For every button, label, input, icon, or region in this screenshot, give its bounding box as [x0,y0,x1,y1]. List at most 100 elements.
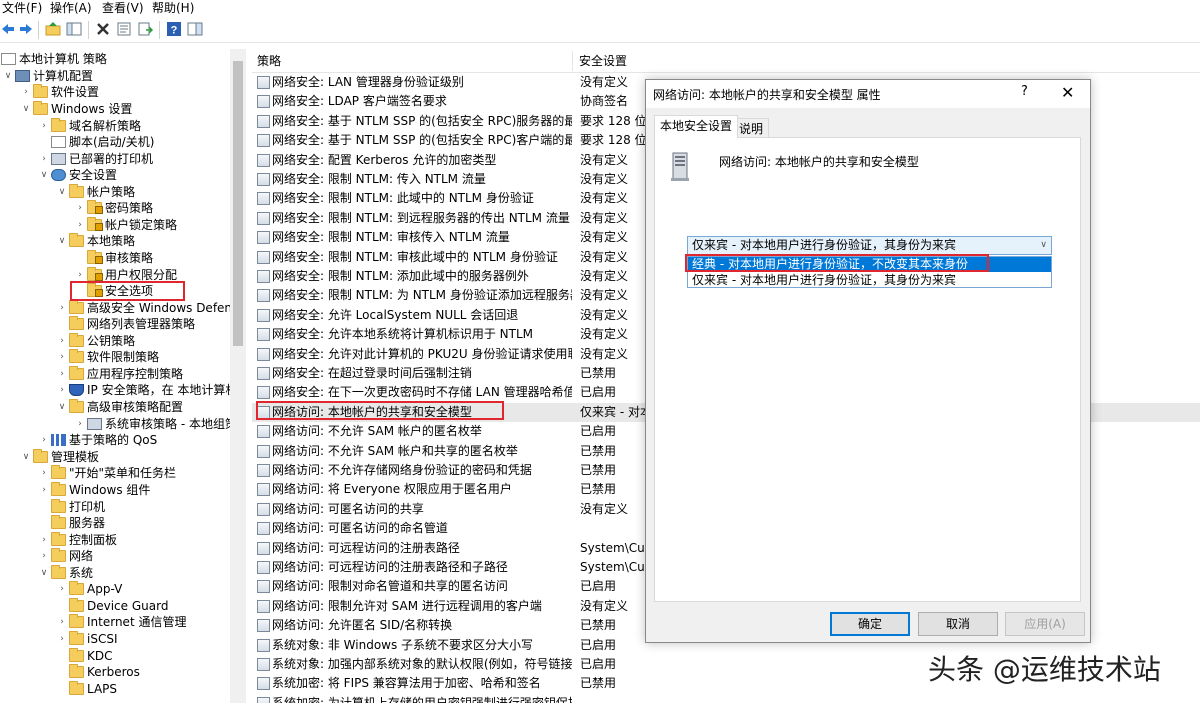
menu-action[interactable]: 操作(A) [50,0,92,16]
tree-node-server[interactable]: 服务器 [38,515,105,531]
chevron-right-icon[interactable]: › [38,432,50,448]
chevron-right-icon[interactable]: › [56,614,68,630]
chevron-right-icon[interactable]: › [38,118,50,134]
tree-node-admin-templates[interactable]: ∨ 管理模板 [20,449,99,465]
chevron-right-icon[interactable]: › [38,548,50,564]
tree-node-security-settings[interactable]: ∨ 安全设置 [38,167,117,183]
policy-setting: 没有定义 [580,327,629,342]
menu-help[interactable]: 帮助(H) [152,0,194,16]
chevron-right-icon[interactable]: › [74,217,86,233]
cancel-button[interactable]: 取消 [918,612,998,636]
tree-node-lockout-policy[interactable]: › 帐户锁定策略 [74,217,177,233]
tree-node-local-computer-policy[interactable]: 本地计算机 策略 [0,51,107,67]
chevron-right-icon[interactable]: › [38,465,50,481]
tree-node-local-policies[interactable]: ∨ 本地策略 [56,233,135,249]
tree-node-account-policies[interactable]: ∨ 帐户策略 [56,184,135,200]
chevron-right-icon[interactable]: › [56,349,68,365]
chevron-right-icon[interactable]: › [56,366,68,382]
chevron-right-icon[interactable]: › [56,631,68,647]
tree-node-system[interactable]: ∨ 系统 [38,565,93,581]
chevron-down-icon[interactable]: ∨ [56,399,68,415]
tree-node-system-audit-policies[interactable]: › 系统审核策略 - 本地组策 [74,416,230,432]
tree-node-network[interactable]: › 网络 [38,548,93,564]
tree-node-start-menu[interactable]: › "开始"菜单和任务栏 [38,465,176,481]
menu-bar: 文件(F) 操作(A) 查看(V) 帮助(H) [0,0,1200,16]
tree-node-kdc[interactable]: KDC [56,648,113,664]
show-hide-tree-icon[interactable] [66,21,82,37]
policy-row[interactable]: 系统加密: 为计算机上存储的用户密钥强制进行强密钥保护 [252,694,1200,703]
chevron-right-icon[interactable]: › [56,581,68,597]
security-model-select[interactable]: 仅来宾 - 对本地用户进行身份验证，其身份为来宾 ∨ [687,236,1052,255]
close-icon[interactable]: ✕ [1061,83,1074,102]
tree-scrollbar[interactable] [230,49,246,703]
tree-node-device-guard[interactable]: Device Guard [56,598,168,614]
tree-node-scripts[interactable]: 脚本(启动/关机) [38,134,154,150]
chevron-down-icon[interactable]: ∨ [56,233,68,249]
policy-setting-icon [257,580,270,594]
chevron-down-icon[interactable]: ∨ [20,101,32,117]
tree-node-network-list-manager[interactable]: 网络列表管理器策略 [56,316,195,332]
option-guest-only[interactable]: 仅来宾 - 对本地用户进行身份验证，其身份为来宾 [688,273,1051,288]
export-list-icon[interactable] [137,21,153,37]
chevron-right-icon[interactable]: › [56,382,68,398]
back-arrow-icon[interactable] [0,21,16,37]
tree-node-kerberos[interactable]: Kerberos [56,664,140,680]
tree-node-name-resolution[interactable]: › 域名解析策略 [38,118,141,134]
ok-button[interactable]: 确定 [830,612,910,636]
chevron-down-icon[interactable]: ∨ [2,68,14,84]
chevron-right-icon[interactable]: › [38,482,50,498]
folder-icon [51,482,66,496]
tree-node-windows-defender-firewall[interactable]: ›高级安全 Windows Defende [56,300,230,316]
tree-node-advanced-audit[interactable]: ∨ 高级审核策略配置 [56,399,183,415]
tree-node-printers[interactable]: › 已部署的打印机 [38,151,153,167]
chevron-down-icon[interactable]: ∨ [1040,237,1047,254]
chevron-right-icon[interactable]: › [56,300,68,316]
tree-node-ip-security[interactable]: › IP 安全策略，在 本地计算机 [56,382,230,398]
menu-view[interactable]: 查看(V) [102,0,144,16]
tree-node-control-panel[interactable]: › 控制面板 [38,532,117,548]
help-icon[interactable]: ? [1021,84,1028,99]
tree-node-app-control[interactable]: › 应用程序控制策略 [56,366,183,382]
menu-file[interactable]: 文件(F) [2,0,42,16]
tree-node-windows-components[interactable]: › Windows 组件 [38,482,150,498]
properties-icon[interactable] [116,21,132,37]
tree-node-audit-policy[interactable]: 审核策略 [74,250,153,266]
tree-node-printer-templates[interactable]: 打印机 [38,499,105,515]
action-pane-icon[interactable] [187,21,203,37]
tree-node-software-settings[interactable]: › 软件设置 [20,84,99,100]
help-icon[interactable]: ? [166,21,182,37]
tree-node-iscsi[interactable]: › iSCSI [56,631,118,647]
policy-setting-icon [257,231,270,245]
tree-node-qos[interactable]: › 基于策略的 QoS [38,432,157,448]
up-folder-icon[interactable] [45,21,61,37]
delete-icon[interactable] [95,21,111,37]
chevron-right-icon[interactable]: › [20,84,32,100]
policy-name: 网络访问: 限制允许对 SAM 进行远程调用的客户端 [272,598,542,613]
tree-node-software-restriction[interactable]: › 软件限制策略 [56,349,159,365]
apply-button[interactable]: 应用(A) [1005,612,1085,636]
policy-setting: 已禁用 [580,366,617,380]
tree-scrollbar-thumb[interactable] [233,61,243,346]
tree-node-password-policy[interactable]: › 密码策略 [74,200,153,216]
tree-node-internet-comm[interactable]: › Internet 通信管理 [56,614,186,630]
chevron-down-icon[interactable]: ∨ [38,167,50,183]
tab-local-security-setting[interactable]: 本地安全设置 [654,115,739,138]
tree-node-public-key-policies[interactable]: › 公钥策略 [56,333,135,349]
forward-arrow-icon[interactable] [18,21,34,37]
chevron-down-icon[interactable]: ∨ [38,565,50,581]
chevron-right-icon[interactable]: › [38,532,50,548]
chevron-down-icon[interactable]: ∨ [56,184,68,200]
chevron-right-icon[interactable]: › [56,333,68,349]
column-divider[interactable] [572,51,573,71]
column-header-policy[interactable]: 策略 [252,49,570,73]
chevron-right-icon[interactable]: › [74,416,86,432]
tree-node-laps[interactable]: LAPS [56,681,117,697]
policy-name: 网络访问: 可匿名访问的命名管道 [272,521,448,536]
chevron-right-icon[interactable]: › [74,200,86,216]
chevron-down-icon[interactable]: ∨ [20,449,32,465]
tree-node-windows-settings[interactable]: ∨ Windows 设置 [20,101,132,117]
tree-node-computer-config[interactable]: ∨ 计算机配置 [2,68,93,84]
column-header-setting[interactable]: 安全设置 [574,49,654,73]
chevron-right-icon[interactable]: › [38,151,50,167]
tree-node-app-v[interactable]: › App-V [56,581,122,597]
